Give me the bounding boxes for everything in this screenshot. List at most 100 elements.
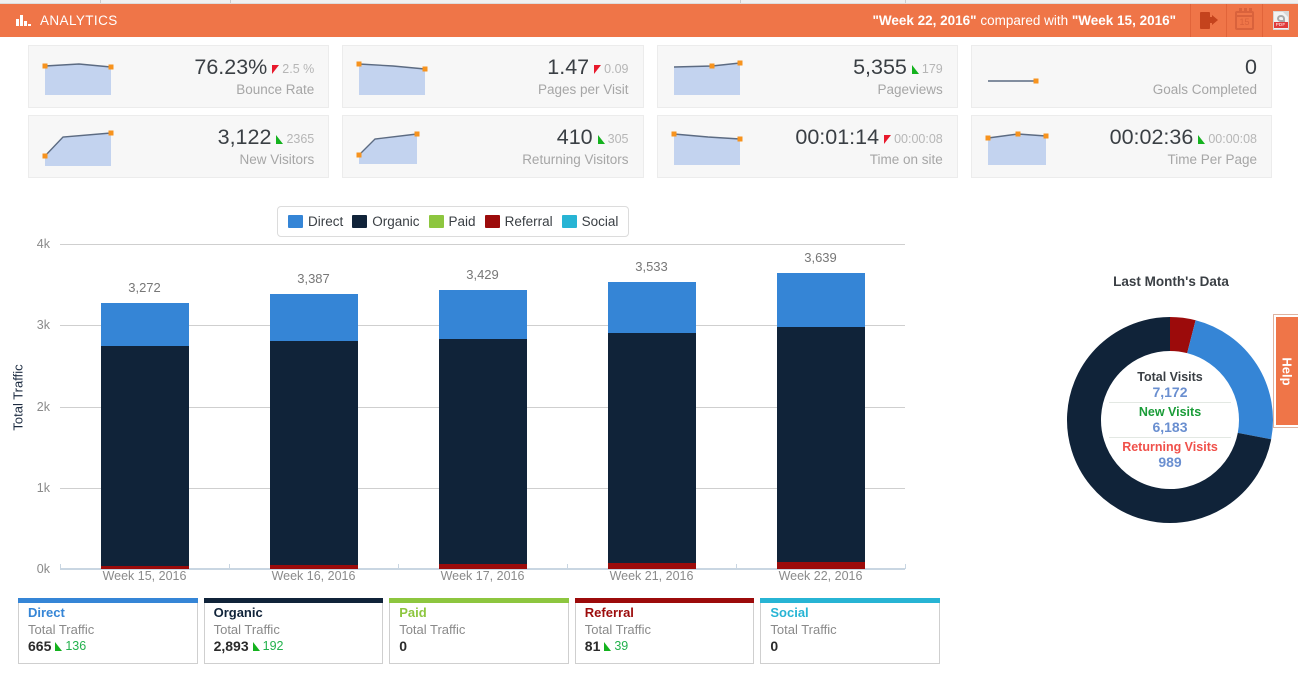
source-box-organic[interactable]: Organic Total Traffic 2,893 192 [203, 598, 384, 664]
kpi-card-returning-visitors[interactable]: 410 305 Returning Visitors [342, 115, 644, 178]
bar-segment-organic[interactable] [438, 339, 527, 565]
trend-up-icon [276, 135, 284, 145]
help-tab[interactable]: Help [1274, 315, 1298, 427]
divider [1109, 402, 1231, 403]
source-metric-label: Total Traffic [213, 622, 280, 637]
legend-item-organic[interactable]: Organic [352, 214, 420, 229]
kpi-delta-value: 2.5 % [282, 62, 315, 77]
kpi-values: 0 Goals Completed [1059, 55, 1259, 97]
donut-chart: Total Visits 7,172 New Visits 6,183 Retu… [1064, 314, 1276, 526]
bar-stack [607, 281, 696, 569]
legend-item-direct[interactable]: Direct [288, 214, 343, 229]
bar-group[interactable]: 3,639 [776, 244, 865, 569]
kpi-card-bounce-rate[interactable]: 76.23% 2.5 % Bounce Rate [28, 45, 330, 108]
bar-chart-icon [16, 14, 31, 28]
donut-stat-total-visits: Total Visits 7,172 [1101, 369, 1239, 401]
source-value-row: 0 [399, 638, 559, 655]
pdf-icon-label: PDF [1273, 22, 1288, 28]
source-value: 665 [28, 638, 52, 654]
bar-segment-direct[interactable] [776, 273, 865, 328]
trend-down-icon [884, 135, 892, 145]
bar-segment-organic[interactable] [100, 346, 189, 566]
x-axis-tick-label: Week 21, 2016 [609, 569, 694, 583]
kpi-delta: 00:00:08 [884, 132, 943, 147]
x-axis-tick [398, 564, 399, 569]
source-box-direct[interactable]: Direct Total Traffic 665 136 [18, 598, 198, 664]
strip-divider [230, 0, 231, 3]
source-box-social[interactable]: Social Total Traffic 0 [760, 598, 940, 664]
kpi-delta-value: 0.09 [604, 62, 629, 77]
source-delta: 192 [252, 638, 284, 655]
calendar-button[interactable]: 15 [1226, 4, 1262, 37]
legend-swatch-icon [561, 215, 577, 228]
bar-group[interactable]: 3,533 [607, 244, 696, 569]
kpi-value: 410 [556, 125, 593, 150]
pdf-export-button[interactable]: PDF [1262, 4, 1298, 37]
x-axis-tick [736, 564, 737, 569]
sparkline-pageviews [670, 54, 745, 99]
source-box-referral[interactable]: Referral Total Traffic 81 39 [574, 598, 755, 664]
kpi-delta: 305 [597, 132, 629, 147]
compare-secondary-date: "Week 15, 2016" [1071, 13, 1176, 28]
bar-total-label: 3,639 [804, 250, 837, 266]
last-month-donut-panel: Last Month's Data Total Visits 7,172 New… [1046, 266, 1296, 536]
source-color-bar [574, 598, 755, 603]
kpi-card-time-on-site[interactable]: 00:01:14 00:00:08 Time on site [656, 115, 958, 178]
kpi-card-pageviews[interactable]: 5,355 179 Pageviews [656, 45, 958, 108]
y-axis-tick-label: 4k [36, 237, 50, 251]
bar-group[interactable]: 3,387 [269, 244, 358, 569]
kpi-delta: 179 [911, 62, 943, 77]
traffic-source-summary-row: Direct Total Traffic 665 136 Organic Tot… [18, 598, 940, 664]
source-metric-label: Total Traffic [770, 622, 837, 637]
y-axis-tick-label: 2k [36, 399, 50, 414]
strip-divider [740, 0, 741, 3]
legend-item-referral[interactable]: Referral [484, 214, 553, 229]
bar-segment-organic[interactable] [607, 332, 696, 564]
kpi-card-time-per-page[interactable]: 00:02:36 00:00:08 Time Per Page [970, 115, 1272, 178]
kpi-card-pages-per-visit[interactable]: 1.47 0.09 Pages per Visit [342, 45, 644, 108]
divider [1109, 437, 1231, 438]
source-delta-value: 192 [262, 639, 284, 653]
trend-up-icon [252, 642, 260, 651]
calendar-icon: 15 [1235, 8, 1254, 30]
bar-segment-direct[interactable] [100, 303, 189, 347]
bar-segment-direct[interactable] [269, 293, 358, 342]
source-color-bar [203, 598, 384, 603]
legend-item-social[interactable]: Social [561, 214, 619, 229]
bar-segment-direct[interactable] [607, 281, 696, 333]
x-axis-tick [60, 564, 61, 569]
kpi-card-goals-completed[interactable]: 0 Goals Completed [970, 45, 1272, 108]
source-value: 0 [399, 638, 407, 654]
bar-group[interactable]: 3,272 [100, 244, 189, 569]
kpi-delta-value: 2365 [286, 132, 315, 147]
legend-label: Social [581, 214, 619, 229]
kpi-values: 00:02:36 00:00:08 Time Per Page [1059, 125, 1259, 167]
x-axis-tick [905, 564, 906, 569]
x-axis-tick-label: Week 22, 2016 [778, 569, 863, 583]
legend-item-paid[interactable]: Paid [428, 214, 476, 229]
trend-down-icon [272, 65, 280, 75]
export-button[interactable] [1190, 4, 1226, 37]
source-box-paid[interactable]: Paid Total Traffic 0 [389, 598, 569, 664]
source-value-row: 0 [770, 638, 930, 655]
x-axis-tick-label: Week 15, 2016 [102, 569, 187, 583]
legend-label: Paid [448, 214, 476, 229]
kpi-card-new-visitors[interactable]: 3,122 2365 New Visitors [28, 115, 330, 178]
bar-segment-organic[interactable] [776, 327, 865, 563]
trend-up-icon [604, 642, 612, 651]
bar-segment-organic[interactable] [269, 341, 358, 566]
bar-segment-direct[interactable] [438, 290, 527, 340]
trend-up-icon [911, 65, 919, 75]
bar-group[interactable]: 3,429 [438, 244, 527, 569]
kpi-values: 00:01:14 00:00:08 Time on site [745, 125, 945, 167]
kpi-values: 3,122 2365 New Visitors [116, 125, 316, 167]
donut-segment-referral[interactable] [1169, 317, 1196, 354]
x-axis-tick [567, 564, 568, 569]
header-brand: ANALYTICS [0, 13, 118, 28]
bar-total-label: 3,387 [297, 270, 330, 286]
pdf-icon: PDF [1272, 11, 1289, 30]
kpi-delta: 00:00:08 [1198, 132, 1257, 147]
kpi-value: 1.47 [547, 55, 590, 80]
source-delta: 136 [55, 638, 86, 655]
sparkline-new-visitors [41, 124, 116, 169]
